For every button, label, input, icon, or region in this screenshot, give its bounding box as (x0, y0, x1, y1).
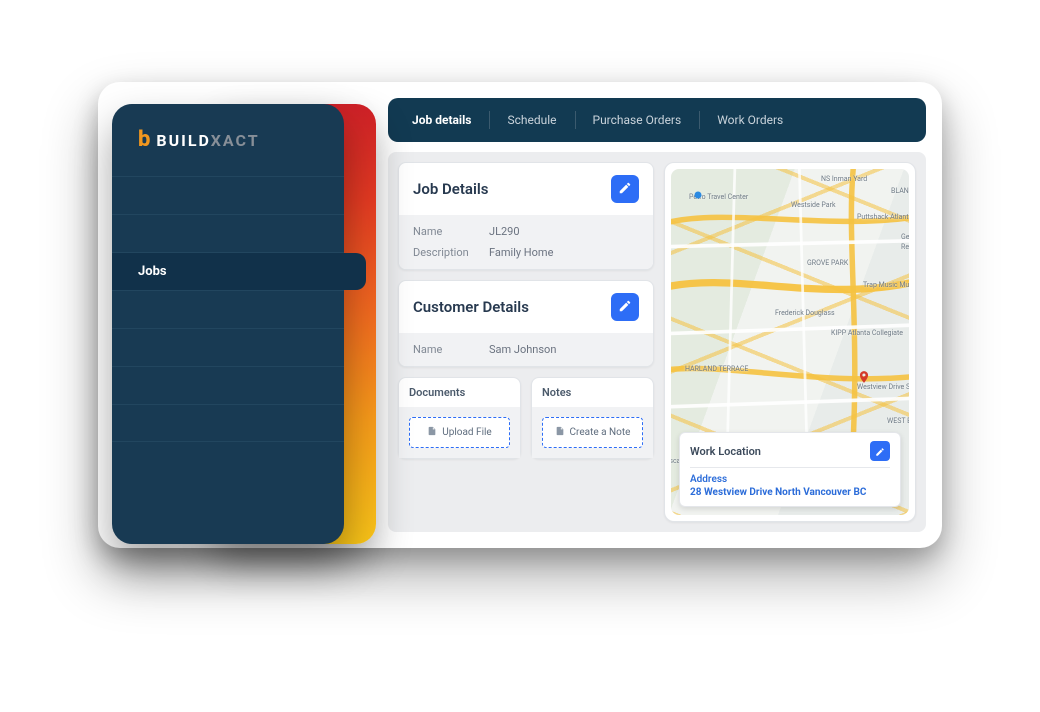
tab-purchase-orders[interactable]: Purchase Orders (575, 105, 700, 135)
sidebar-item-jobs[interactable]: Jobs (112, 252, 344, 290)
sidebar: b BUILDXACT Jobs (112, 104, 344, 544)
work-location-card: Work Location Address 28 Westview Drive … (679, 432, 901, 507)
notes-title: Notes (532, 378, 653, 407)
brand-part-1: BUILD (156, 131, 210, 150)
job-details-card: Job Details Name JL290 Description Famil… (398, 162, 654, 270)
note-icon (555, 426, 565, 439)
create-note-button[interactable]: Create a Note (542, 417, 643, 448)
map-place-label: Frederick Douglass (775, 309, 835, 317)
customer-details-card: Customer Details Name Sam Johnson (398, 280, 654, 367)
map-poi-pin-icon (691, 187, 705, 201)
tab-label: Work Orders (717, 113, 783, 127)
sidebar-item[interactable] (112, 176, 344, 214)
documents-card: Documents Upload File (398, 377, 521, 459)
file-icon (427, 426, 437, 439)
field-label: Name (413, 225, 475, 238)
sidebar-item[interactable] (112, 290, 344, 328)
work-location-title: Work Location (690, 445, 761, 458)
mini-cards-row: Documents Upload File Notes (398, 377, 654, 459)
tab-work-orders[interactable]: Work Orders (699, 105, 801, 135)
work-location-label: Address (690, 474, 890, 485)
map-place-label: Trap Music Museum (863, 281, 909, 289)
brand-logo: b BUILDXACT (112, 104, 344, 176)
tab-label: Schedule (507, 113, 556, 127)
map-place-label: HARLAND TERRACE (685, 365, 748, 373)
edit-customer-details-button[interactable] (611, 293, 639, 321)
map-place-label: WEST END (887, 417, 909, 425)
map-pin-icon (857, 369, 871, 383)
upload-file-label: Upload File (442, 427, 492, 438)
field-label: Name (413, 343, 475, 356)
sidebar-item[interactable] (112, 328, 344, 366)
pencil-icon (618, 180, 632, 199)
field-value: JL290 (489, 225, 520, 238)
map-card: NS Inman YardPetro Travel CenterWestside… (664, 162, 916, 522)
map-place-label: KIPP Atlanta Collegiate (831, 329, 903, 337)
map-place-label: Puttshack Atlanta (857, 213, 909, 221)
work-location-value: 28 Westview Drive North Vancouver BC (690, 487, 890, 498)
brand-part-2: XACT (211, 131, 260, 150)
field-value: Family Home (489, 246, 553, 259)
tab-schedule[interactable]: Schedule (489, 105, 574, 135)
sidebar-item[interactable] (112, 214, 344, 252)
left-column: Job Details Name JL290 Description Famil… (398, 162, 654, 522)
map-place-label: Westside Park (791, 201, 836, 209)
pencil-icon (875, 442, 885, 461)
job-details-title: Job Details (413, 180, 488, 198)
field-label: Description (413, 246, 475, 259)
pencil-icon (618, 298, 632, 317)
tab-label: Job details (412, 113, 471, 127)
sidebar-item[interactable] (112, 404, 344, 442)
field-row: Name JL290 (413, 225, 639, 238)
map-place-label: Westview Drive Southwest (857, 383, 909, 391)
top-tabs: Job details Schedule Purchase Orders Wor… (388, 98, 926, 142)
tab-label: Purchase Orders (593, 113, 682, 127)
field-row: Name Sam Johnson (413, 343, 639, 356)
edit-job-details-button[interactable] (611, 175, 639, 203)
create-note-label: Create a Note (570, 427, 631, 438)
documents-title: Documents (399, 378, 520, 407)
edit-work-location-button[interactable] (870, 441, 890, 461)
map-place-label: BLANDTOWN (891, 187, 909, 195)
map-place-label: Georgia Tech G (901, 233, 909, 241)
map-place-label: GROVE PARK (807, 259, 848, 267)
notes-card: Notes Create a Note (531, 377, 654, 459)
map-place-label: NS Inman Yard (821, 175, 867, 183)
field-row: Description Family Home (413, 246, 639, 259)
tab-job-details[interactable]: Job details (394, 105, 489, 135)
map-place-label: Reservoir Park (901, 243, 909, 251)
upload-file-button[interactable]: Upload File (409, 417, 510, 448)
customer-details-title: Customer Details (413, 298, 529, 316)
content-area: Job Details Name JL290 Description Famil… (388, 152, 926, 532)
sidebar-item[interactable] (112, 366, 344, 404)
field-value: Sam Johnson (489, 343, 556, 356)
brand-glyph: b (138, 129, 150, 151)
